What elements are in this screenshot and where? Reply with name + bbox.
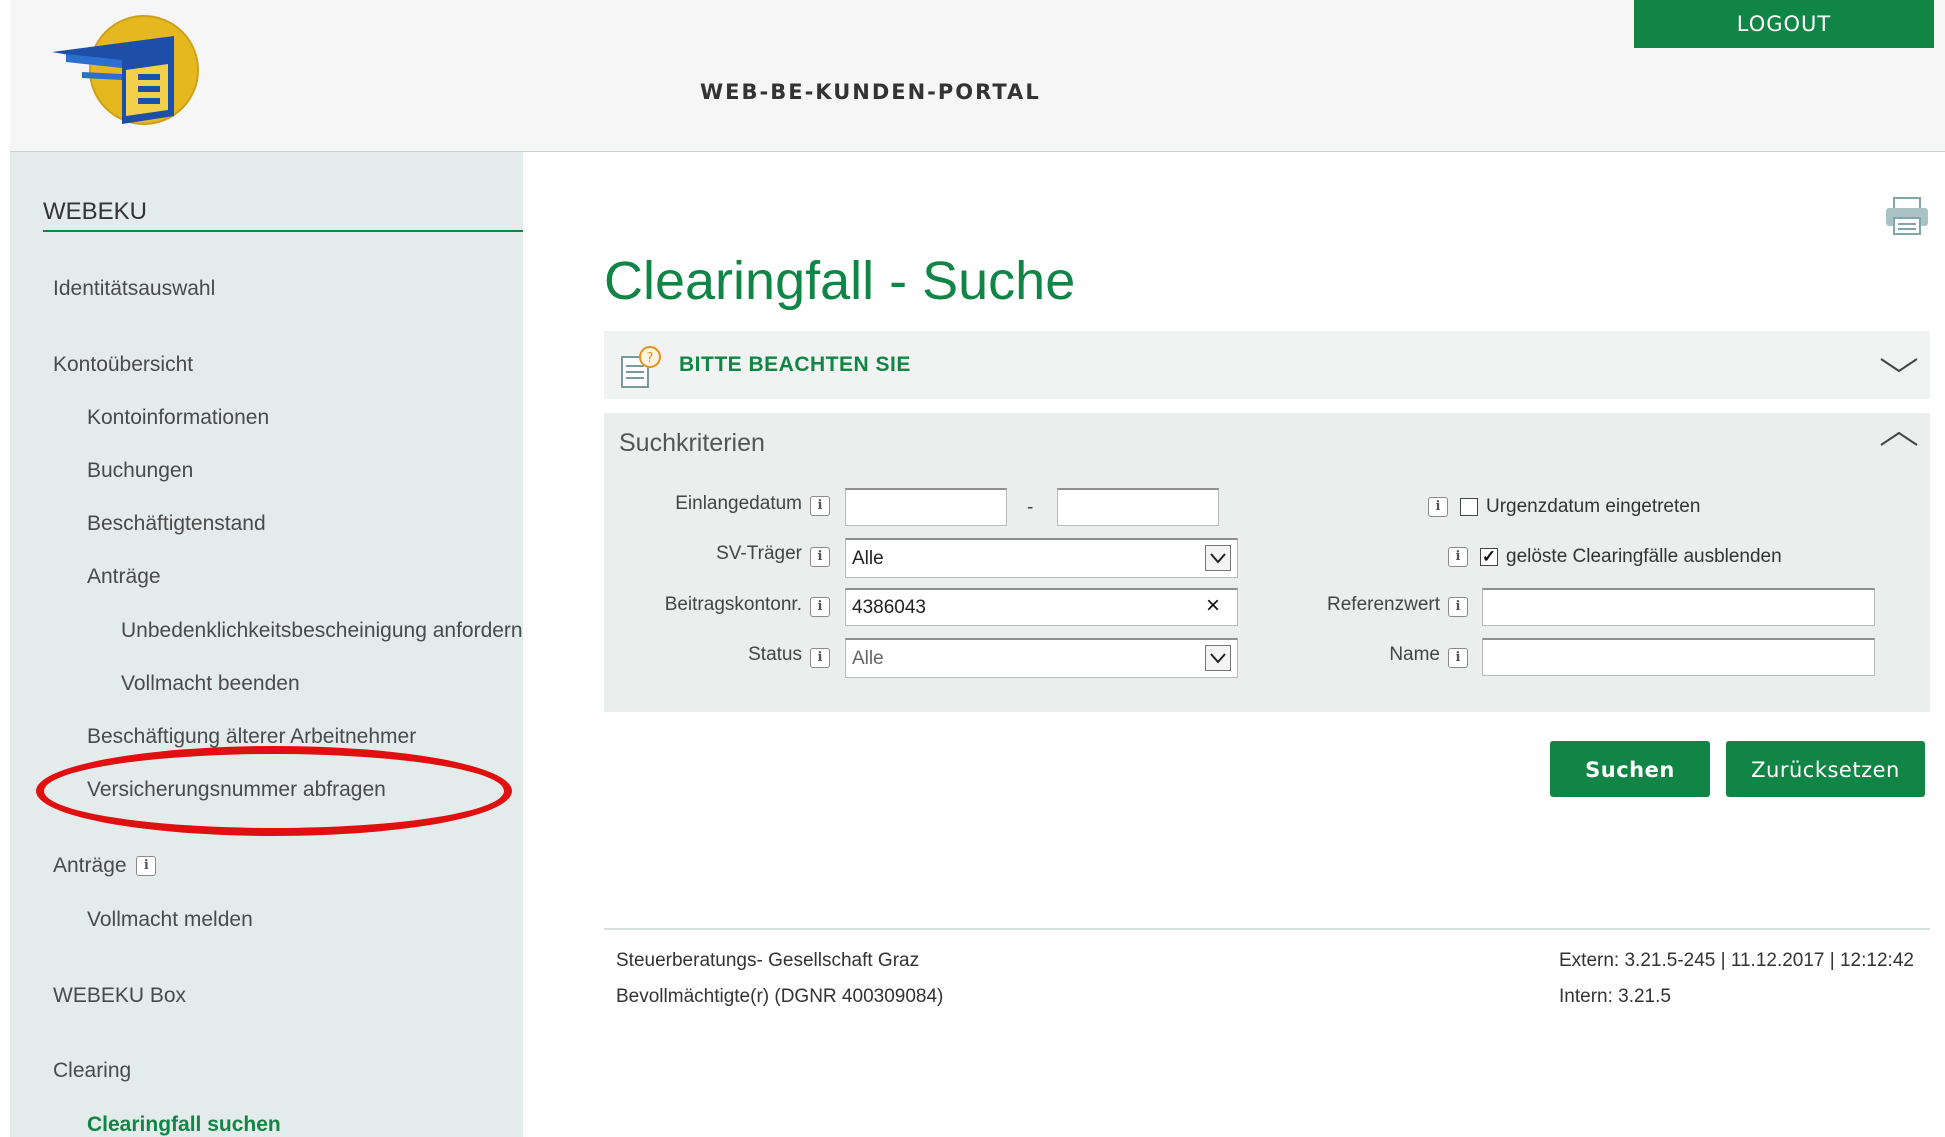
- sidebar-item-identitaetsauswahl[interactable]: Identitätsauswahl: [53, 277, 215, 301]
- sidebar-item-clearing[interactable]: Clearing: [53, 1059, 131, 1083]
- sidebar-item-antraege-label: Anträge: [53, 854, 127, 877]
- sidebar-item-unbedenklichkeitsbescheinigung[interactable]: Unbedenklichkeitsbescheinigung anfordern: [121, 619, 523, 643]
- name-label: Name: [1389, 644, 1440, 665]
- einlangedatum-label: Einlangedatum: [675, 493, 802, 514]
- beitragskonto-label: Beitragskontonr.: [664, 594, 802, 615]
- panel-title: Suchkriterien: [619, 429, 765, 457]
- clear-icon[interactable]: ×: [1206, 592, 1220, 620]
- info-icon[interactable]: i: [1448, 597, 1468, 617]
- logout-button[interactable]: LOGOUT: [1634, 0, 1934, 48]
- info-icon[interactable]: i: [810, 648, 830, 668]
- sidebar-item-kontouebersicht[interactable]: Kontoübersicht: [53, 353, 193, 377]
- svtraeger-select[interactable]: Alle: [845, 538, 1238, 578]
- page-title: Clearingfall - Suche: [604, 251, 1076, 311]
- notice-help-icon: ?: [621, 346, 661, 388]
- info-icon[interactable]: i: [136, 856, 157, 877]
- reset-button[interactable]: Zurücksetzen: [1726, 741, 1925, 797]
- name-input[interactable]: [1482, 638, 1875, 676]
- sidebar-item-antraege-sub[interactable]: Anträge: [87, 565, 161, 589]
- svg-text:?: ?: [647, 351, 654, 366]
- print-icon[interactable]: [1884, 196, 1930, 236]
- urgenz-label: Urgenzdatum eingetreten: [1486, 496, 1701, 517]
- sidebar-item-webeku-box[interactable]: WEBEKU Box: [53, 984, 186, 1008]
- notice-label: BITTE BEACHTEN SIE: [679, 353, 911, 376]
- sidebar-heading: WEBEKU: [43, 198, 148, 225]
- einlangedatum-to-input[interactable]: [1057, 488, 1219, 526]
- chevron-down-icon[interactable]: [1879, 355, 1919, 375]
- info-icon[interactable]: i: [810, 547, 830, 567]
- sidebar-item-buchungen[interactable]: Buchungen: [87, 459, 193, 483]
- geloeste-checkbox[interactable]: ✓: [1480, 548, 1498, 566]
- status-selected-value: Alle: [852, 648, 884, 669]
- info-icon[interactable]: i: [810, 496, 830, 516]
- status-select[interactable]: Alle: [845, 638, 1238, 678]
- info-icon[interactable]: i: [1428, 497, 1448, 517]
- info-icon[interactable]: i: [1448, 648, 1468, 668]
- svtraeger-selected-value: Alle: [852, 548, 884, 569]
- app-logo[interactable]: [52, 14, 204, 126]
- sidebar-item-clearingfall-suchen[interactable]: Clearingfall suchen: [87, 1113, 281, 1137]
- info-icon[interactable]: i: [810, 597, 830, 617]
- sidebar-item-beschaeftigtenstand[interactable]: Beschäftigtenstand: [87, 512, 266, 536]
- beitragskonto-input[interactable]: [845, 588, 1238, 626]
- dropdown-arrow-icon[interactable]: [1205, 645, 1231, 671]
- footer-extern-version: Extern: 3.21.5-245 | 11.12.2017 | 12:12:…: [1559, 950, 1914, 971]
- urgenz-checkbox[interactable]: [1460, 498, 1478, 516]
- footer-company: Steuerberatungs- Gesellschaft Graz: [616, 950, 920, 971]
- footer-role: Bevollmächtigte(r) (DGNR 400309084): [616, 986, 944, 1007]
- dropdown-arrow-icon[interactable]: [1205, 545, 1231, 571]
- geloeste-label: gelöste Clearingfälle ausblenden: [1506, 546, 1782, 567]
- notice-panel[interactable]: ? BITTE BEACHTEN SIE: [604, 331, 1930, 399]
- sidebar-item-vollmacht-melden[interactable]: Vollmacht melden: [87, 908, 253, 932]
- chevron-up-icon[interactable]: [1879, 429, 1919, 449]
- sidebar-item-versicherungsnummer-abfragen[interactable]: Versicherungsnummer abfragen: [87, 778, 386, 802]
- referenzwert-input[interactable]: [1482, 588, 1875, 626]
- footer-intern-version: Intern: 3.21.5: [1559, 986, 1671, 1007]
- svtraeger-label: SV-Träger: [716, 543, 802, 564]
- sidebar-item-vollmacht-beenden[interactable]: Vollmacht beenden: [121, 672, 300, 696]
- date-separator: -: [1027, 497, 1034, 518]
- sidebar-heading-underline: [43, 230, 523, 232]
- info-icon[interactable]: i: [1448, 547, 1468, 567]
- sidebar-item-kontoinformationen[interactable]: Kontoinformationen: [87, 406, 269, 430]
- einlangedatum-from-input[interactable]: [845, 488, 1007, 526]
- referenzwert-label: Referenzwert: [1327, 594, 1440, 615]
- sidebar-item-antraege[interactable]: Anträge i: [53, 854, 157, 878]
- footer-divider: [604, 928, 1930, 930]
- status-label: Status: [748, 644, 802, 665]
- portal-title: WEB-BE-KUNDEN-PORTAL: [700, 80, 1041, 104]
- search-button[interactable]: Suchen: [1550, 741, 1710, 797]
